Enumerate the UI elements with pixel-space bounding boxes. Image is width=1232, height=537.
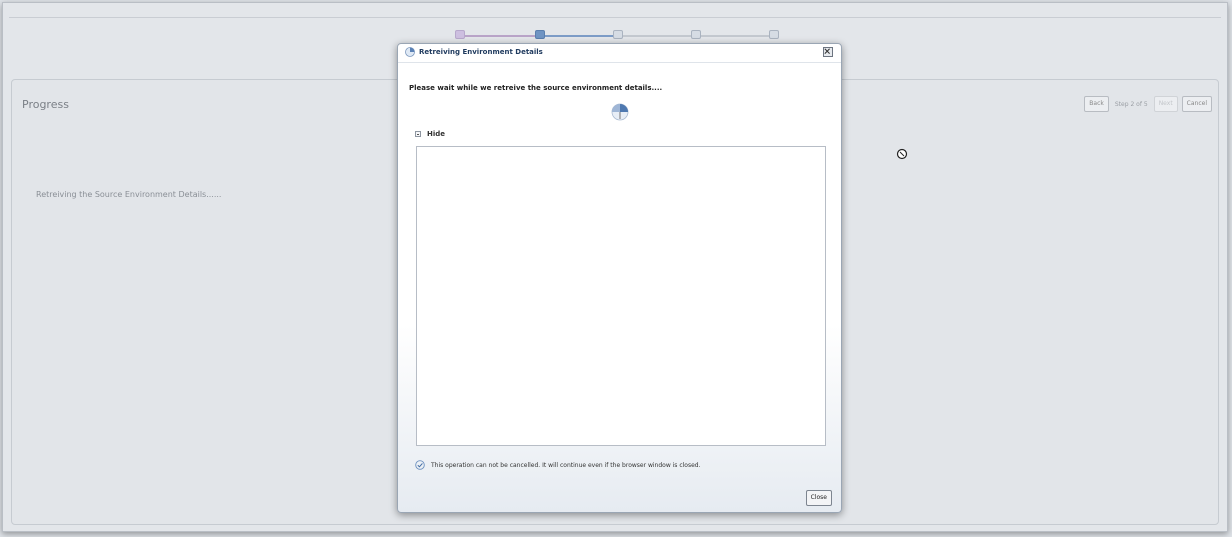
train-line-1 [458, 35, 538, 37]
train-line-2 [540, 35, 618, 37]
train-step-2[interactable] [535, 30, 545, 39]
train-line-4 [696, 35, 774, 37]
train-step-1[interactable] [455, 30, 465, 39]
train-line-3 [618, 35, 696, 37]
app-window: Progress Retreiving the Source Environme… [2, 2, 1228, 532]
cancel-button[interactable]: Cancel [1181, 96, 1212, 112]
progress-title: Progress [22, 98, 69, 111]
step-indicator: Step 2 of 5 [1114, 100, 1148, 108]
wizard-navigation: Back Step 2 of 5 Next Cancel [1084, 96, 1212, 112]
back-button[interactable]: Back [1084, 96, 1109, 112]
info-check-icon [415, 460, 425, 470]
loading-icon [405, 47, 415, 57]
hide-toggle[interactable]: Hide [415, 130, 445, 138]
info-note: This operation can not be cancelled. It … [415, 460, 701, 470]
train-step-5[interactable] [769, 30, 779, 39]
info-text: This operation can not be cancelled. It … [431, 461, 701, 469]
step-train [3, 3, 1229, 43]
dialog-header: Retreiving Environment Details [398, 44, 841, 63]
close-icon[interactable] [823, 47, 833, 57]
progress-message: Retreiving the Source Environment Detail… [36, 190, 222, 199]
busy-cursor-icon [896, 148, 908, 160]
collapse-icon [415, 131, 421, 137]
log-output-area[interactable] [416, 146, 826, 446]
dialog-title: Retreiving Environment Details [419, 48, 543, 56]
train-step-4[interactable] [691, 30, 701, 39]
next-button[interactable]: Next [1153, 96, 1178, 112]
wait-message: Please wait while we retreive the source… [409, 84, 663, 92]
spinner-icon [611, 103, 629, 121]
retrieving-dialog: Retreiving Environment Details Please wa… [397, 43, 842, 513]
close-button[interactable]: Close [805, 490, 832, 506]
hide-label: Hide [427, 130, 446, 138]
train-step-3[interactable] [613, 30, 623, 39]
